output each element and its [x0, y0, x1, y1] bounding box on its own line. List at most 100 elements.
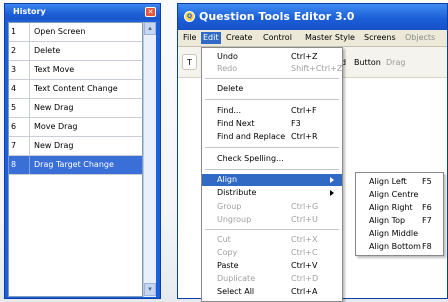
submenu-item-label: Align Right	[369, 203, 413, 212]
menu-item-label: Redo	[217, 64, 238, 73]
submenu-item-shortcut: F5	[422, 177, 432, 186]
submenu-item-align-centre[interactable]: Align Centre	[356, 188, 443, 201]
history-item-selected[interactable]: 8 Drag Target Change	[9, 156, 142, 175]
menu-item-label: Cut	[217, 235, 231, 244]
menu-edit[interactable]: Edit	[201, 32, 221, 44]
menu-item-distribute[interactable]: Distribute	[202, 187, 342, 199]
column-divider	[29, 61, 30, 79]
menu-item-align[interactable]: Align	[202, 174, 342, 186]
menu-screens[interactable]: Screens	[362, 32, 398, 44]
history-item-label: New Drag	[34, 103, 74, 112]
menu-item-label: Find Next	[217, 119, 255, 128]
menu-separator	[205, 229, 339, 230]
submenu-item-shortcut: F6	[422, 203, 432, 212]
history-scrollbar[interactable]: ▴ ▾	[143, 22, 156, 297]
menu-item-redo[interactable]: Redo Shift+Ctrl+Z	[202, 63, 342, 75]
submenu-item-align-top[interactable]: Align Top F7	[356, 214, 443, 227]
history-item[interactable]: 2 Delete	[9, 42, 142, 61]
history-item[interactable]: 7 New Drag	[9, 137, 142, 156]
menu-item-find[interactable]: Find... Ctrl+F	[202, 105, 342, 117]
menu-item-check-spelling[interactable]: Check Spelling...	[202, 153, 342, 165]
toolbar-tab[interactable]: T	[182, 54, 197, 70]
submenu-item-align-bottom[interactable]: Align Bottom F8	[356, 240, 443, 253]
menu-item-find-next[interactable]: Find Next F3	[202, 118, 342, 130]
history-item-label: Text Content Change	[34, 84, 118, 93]
toolbar-drag-tool[interactable]: Drag	[386, 58, 405, 67]
column-divider	[29, 137, 30, 155]
menu-separator	[205, 78, 339, 79]
menu-item-shortcut: Ctrl+D	[291, 274, 319, 283]
history-panel: History ✕ 1 Open Screen 2 Delete 3 Text …	[4, 3, 161, 299]
menu-item-label: Check Spelling...	[217, 154, 284, 163]
submenu-item-align-middle[interactable]: Align Middle	[356, 227, 443, 240]
menu-objects[interactable]: Objects	[403, 32, 437, 44]
submenu-item-align-right[interactable]: Align Right F6	[356, 201, 443, 214]
close-icon[interactable]: ✕	[145, 7, 156, 17]
menu-item-label: Select All	[217, 287, 255, 296]
menu-item-delete[interactable]: Delete	[202, 83, 342, 95]
menu-item-paste[interactable]: Paste Ctrl+V	[202, 260, 342, 272]
history-item[interactable]: 6 Move Drag	[9, 118, 142, 137]
column-divider	[29, 42, 30, 60]
column-divider	[29, 23, 30, 41]
history-item-number: 1	[11, 27, 17, 36]
menu-item-find-replace[interactable]: Find and Replace Ctrl+R	[202, 131, 342, 143]
history-item-number: 2	[11, 46, 17, 55]
menu-control[interactable]: Control	[261, 32, 294, 44]
history-item-label: Text Move	[34, 65, 75, 74]
menu-item-undo[interactable]: Undo Ctrl+Z	[202, 51, 342, 63]
history-list: 1 Open Screen 2 Delete 3 Text Move 4 Tex…	[8, 22, 143, 297]
menu-item-label: Ungroup	[217, 215, 252, 224]
chevron-down-icon[interactable]: ▾	[144, 283, 156, 296]
menu-item-label: Delete	[217, 84, 244, 93]
submenu-arrow-icon	[330, 177, 334, 183]
column-divider	[29, 99, 30, 117]
history-item[interactable]: 1 Open Screen	[9, 23, 142, 42]
menu-file[interactable]: File	[181, 32, 198, 44]
menu-item-label: Find...	[217, 106, 242, 115]
history-item-number: 3	[11, 65, 17, 74]
menu-master-style[interactable]: Master Style	[303, 32, 357, 44]
history-item-number: 5	[11, 103, 17, 112]
submenu-item-label: Align Centre	[369, 190, 419, 199]
menu-item-label: Copy	[217, 248, 238, 257]
menu-item-shortcut: Ctrl+F	[291, 106, 317, 115]
menu-item-shortcut: Ctrl+R	[291, 132, 318, 141]
edit-menu: Undo Ctrl+Z Redo Shift+Ctrl+Z Delete Fin…	[201, 47, 343, 302]
menu-item-shortcut: Shift+Ctrl+Z	[291, 64, 343, 73]
menu-item-label: Group	[217, 202, 242, 211]
menu-item-duplicate[interactable]: Duplicate Ctrl+D	[202, 273, 342, 285]
menu-create[interactable]: Create	[224, 32, 255, 44]
submenu-item-label: Align Bottom	[369, 242, 421, 251]
submenu-item-label: Align Top	[369, 216, 406, 225]
submenu-arrow-icon	[330, 190, 334, 196]
history-item[interactable]: 3 Text Move	[9, 61, 142, 80]
menu-item-copy[interactable]: Copy Ctrl+C	[202, 247, 342, 259]
menu-item-label: Duplicate	[217, 274, 256, 283]
editor-title-bar[interactable]: Q Question Tools Editor 3.0	[178, 4, 447, 30]
history-item-label: Drag Target Change	[34, 160, 114, 169]
menu-item-group[interactable]: Group Ctrl+G	[202, 201, 342, 213]
menu-item-shortcut: Ctrl+Z	[291, 52, 318, 61]
history-item[interactable]: 5 New Drag	[9, 99, 142, 118]
history-item-label: New Drag	[34, 141, 74, 150]
menu-item-shortcut: F3	[291, 119, 301, 128]
toolbar-button-tool[interactable]: Button	[354, 58, 381, 67]
menu-separator	[205, 99, 339, 100]
submenu-item-shortcut: F7	[422, 216, 432, 225]
menu-item-ungroup[interactable]: Ungroup Ctrl+U	[202, 214, 342, 226]
submenu-item-align-left[interactable]: Align Left F5	[356, 175, 443, 188]
menu-bar: File Edit Create Control Master Style Sc…	[178, 30, 447, 47]
history-item-label: Open Screen	[34, 27, 86, 36]
chevron-up-icon[interactable]: ▴	[144, 22, 156, 35]
menu-item-select-all[interactable]: Select All Ctrl+A	[202, 286, 342, 298]
menu-item-cut[interactable]: Cut Ctrl+X	[202, 234, 342, 246]
history-item-number: 6	[11, 122, 17, 131]
history-title-bar[interactable]: History ✕	[5, 4, 160, 20]
history-item-number: 8	[11, 160, 17, 169]
menu-item-shortcut: Ctrl+X	[291, 235, 318, 244]
menu-item-shortcut: Ctrl+C	[291, 248, 318, 257]
menu-item-shortcut: Ctrl+G	[291, 202, 319, 211]
menu-item-label: Find and Replace	[217, 132, 286, 141]
history-item[interactable]: 4 Text Content Change	[9, 80, 142, 99]
